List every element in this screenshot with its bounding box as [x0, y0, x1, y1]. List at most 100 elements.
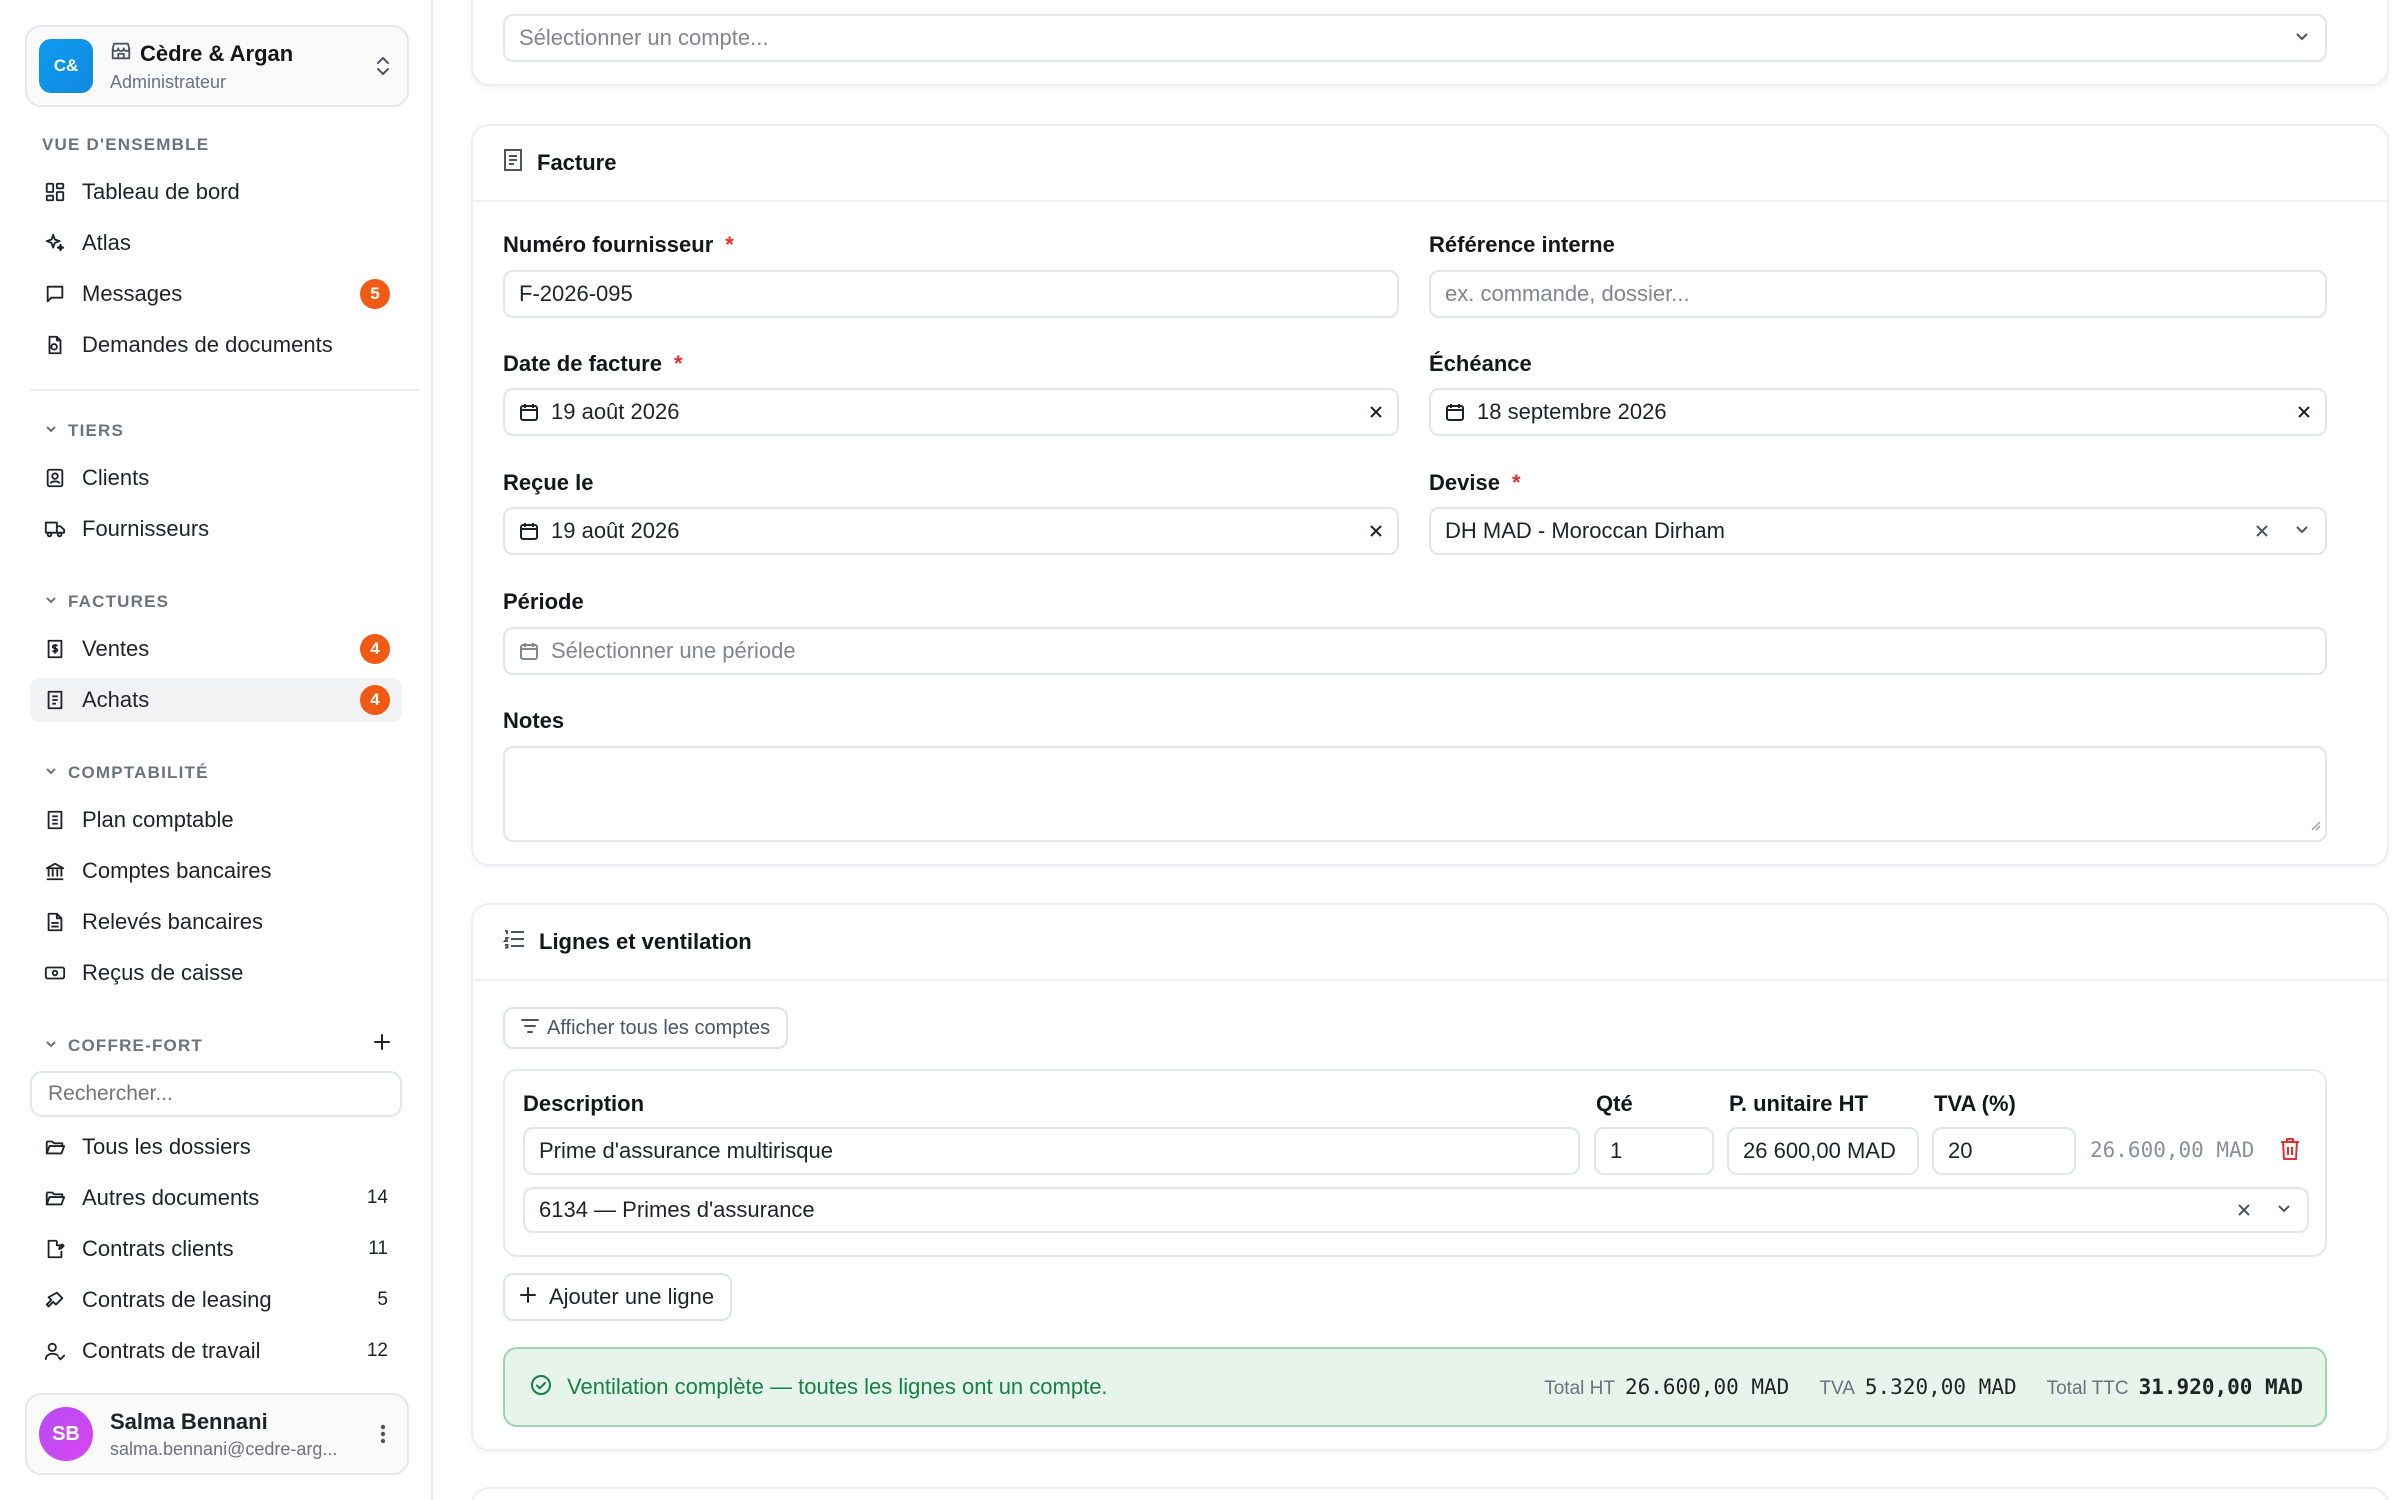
received-date-picker[interactable]: 19 août 2026: [503, 507, 1399, 555]
nav-label: Contrats de travail: [82, 1338, 261, 1363]
ventilation-status-text: Ventilation complète — toutes les lignes…: [567, 1374, 1108, 1399]
calendar-icon: [519, 521, 539, 541]
nav-item-messages[interactable]: Messages 5: [30, 272, 402, 316]
clear-icon[interactable]: [2297, 399, 2311, 425]
nav-item-purchases[interactable]: Achats 4: [30, 678, 402, 722]
nav-item-all-folders[interactable]: Tous les dossiers: [30, 1125, 402, 1169]
nav-label: Comptes bancaires: [82, 858, 272, 883]
nav-item-suppliers[interactable]: Fournisseurs: [30, 507, 402, 551]
nav-label: Messages: [82, 281, 183, 306]
line-qty-input[interactable]: 1: [1594, 1127, 1714, 1175]
line-description-input[interactable]: Prime d'assurance multirisque: [523, 1127, 1580, 1175]
next-card: [471, 1487, 2389, 1500]
section-toggle-tiers[interactable]: TIERS: [44, 421, 124, 441]
clear-icon[interactable]: [2255, 518, 2269, 544]
list-icon: [502, 929, 525, 955]
user-card[interactable]: SB Salma Bennani salma.bennani@cedre-arg…: [25, 1393, 409, 1475]
folder-count: 5: [377, 1289, 388, 1310]
nav-label: Contrats clients: [82, 1236, 234, 1261]
nav-item-dashboard[interactable]: Tableau de bord: [30, 170, 402, 214]
line-account-select[interactable]: 6134 — Primes d'assurance: [523, 1187, 2309, 1233]
nav-label: Autres documents: [82, 1185, 260, 1210]
section-toggle-invoices[interactable]: FACTURES: [44, 592, 169, 612]
total-ht-label: Total HT: [1544, 1377, 1615, 1399]
add-folder-button[interactable]: [370, 1032, 394, 1056]
sales-badge: 4: [360, 634, 390, 664]
nav-label: Ventes: [82, 636, 150, 661]
filter-icon: [521, 1017, 539, 1040]
vault-search-input[interactable]: [30, 1071, 402, 1117]
show-all-accounts-button[interactable]: Afficher tous les comptes: [503, 1007, 789, 1049]
nav-item-cash-receipts[interactable]: Reçus de caisse: [30, 951, 402, 995]
chevron-down-icon: [2293, 25, 2311, 51]
clear-icon[interactable]: [1369, 518, 1383, 544]
nav-item-client-contracts[interactable]: Contrats clients 11: [30, 1227, 402, 1271]
nav-item-sales[interactable]: Ventes 4: [30, 627, 402, 671]
statement-icon: [42, 909, 68, 935]
nav-label: Tous les dossiers: [82, 1134, 251, 1159]
supplier-number-label: Numéro fournisseur *: [503, 232, 734, 257]
more-vertical-icon[interactable]: [371, 1423, 395, 1445]
line-qty-value: 1: [1610, 1138, 1623, 1163]
nav-item-document-requests[interactable]: Demandes de documents: [30, 323, 402, 367]
section-title-overview: VUE D'ENSEMBLE: [42, 135, 210, 154]
section-title-invoices: FACTURES: [68, 592, 170, 611]
clear-icon[interactable]: [1369, 399, 1383, 425]
calendar-icon: [519, 402, 539, 422]
bank-icon: [42, 858, 68, 884]
nav-item-bank-accounts[interactable]: Comptes bancaires: [30, 849, 402, 893]
nav-item-employment-contracts[interactable]: Contrats de travail 12: [30, 1329, 402, 1373]
document-icon: [42, 687, 68, 713]
sparkles-icon: [42, 230, 68, 256]
nav-item-bank-statements[interactable]: Relevés bancaires: [30, 900, 402, 944]
user-check-icon: [42, 1338, 68, 1364]
section-toggle-accounting[interactable]: COMPTABILITÉ: [44, 763, 209, 783]
received-date-value: 19 août 2026: [551, 518, 680, 543]
nav-item-other-documents[interactable]: Autres documents 14: [30, 1176, 402, 1220]
line-unit-price-input[interactable]: 26 600,00 MAD: [1727, 1127, 1919, 1175]
nav-item-atlas[interactable]: Atlas: [30, 221, 402, 265]
nav-label: Atlas: [82, 230, 131, 255]
invoice-date-picker[interactable]: 19 août 2026: [503, 388, 1399, 436]
section-title-tiers: TIERS: [68, 421, 125, 440]
internal-ref-input[interactable]: ex. commande, dossier...: [1429, 270, 2327, 318]
add-line-button[interactable]: Ajouter une ligne: [503, 1273, 733, 1321]
contact-icon: [42, 465, 68, 491]
supplier-number-input[interactable]: F-2026-095: [503, 270, 1399, 318]
chevron-down-icon: [44, 1036, 58, 1056]
lines-card-header: Lignes et ventilation: [473, 905, 2387, 981]
period-picker[interactable]: Sélectionner une période: [503, 627, 2327, 675]
chevron-up-down-icon: [371, 51, 395, 81]
key-icon: [42, 1287, 68, 1313]
line-vat-input[interactable]: 20: [1932, 1127, 2076, 1175]
receipt-icon: [42, 636, 68, 662]
calendar-icon: [519, 641, 539, 661]
totals: Total HT 26.600,00 MAD TVA 5.320,00 MAD …: [1544, 1375, 2303, 1400]
nav-item-leasing-contracts[interactable]: Contrats de leasing 5: [30, 1278, 402, 1322]
store-icon: [110, 40, 132, 68]
nav-item-chart-of-accounts[interactable]: Plan comptable: [30, 798, 402, 842]
line-unit-price-value: 26 600,00 MAD: [1743, 1138, 1896, 1163]
internal-ref-label: Référence interne: [1429, 232, 1615, 257]
resize-grip-icon[interactable]: [2309, 818, 2321, 836]
currency-select[interactable]: DH MAD - Moroccan Dirham: [1429, 507, 2327, 555]
currency-label: Devise *: [1429, 470, 1521, 495]
delete-line-button[interactable]: [2279, 1137, 2301, 1166]
period-placeholder: Sélectionner une période: [551, 638, 796, 663]
folder-count: 14: [366, 1187, 388, 1208]
due-date-picker[interactable]: 18 septembre 2026: [1429, 388, 2327, 436]
nav-item-clients[interactable]: Clients: [30, 456, 402, 500]
due-date-label: Échéance: [1429, 351, 1532, 376]
clear-icon[interactable]: [2237, 1197, 2251, 1223]
notes-textarea[interactable]: [503, 746, 2327, 842]
user-name: Salma Bennani: [110, 1408, 268, 1434]
section-title-accounting: COMPTABILITÉ: [68, 763, 209, 782]
account-select[interactable]: Sélectionner un compte...: [503, 14, 2327, 62]
messages-badge: 5: [360, 279, 390, 309]
section-toggle-vault[interactable]: COFFRE-FORT: [44, 1036, 203, 1056]
invoice-date-label: Date de facture *: [503, 351, 683, 376]
total-ttc-value: 31.920,00 MAD: [2138, 1374, 2303, 1399]
cash-icon: [42, 960, 68, 986]
org-switcher[interactable]: C& Cèdre & Argan Administrateur: [25, 25, 409, 107]
line-account-value: 6134 — Primes d'assurance: [539, 1197, 815, 1222]
